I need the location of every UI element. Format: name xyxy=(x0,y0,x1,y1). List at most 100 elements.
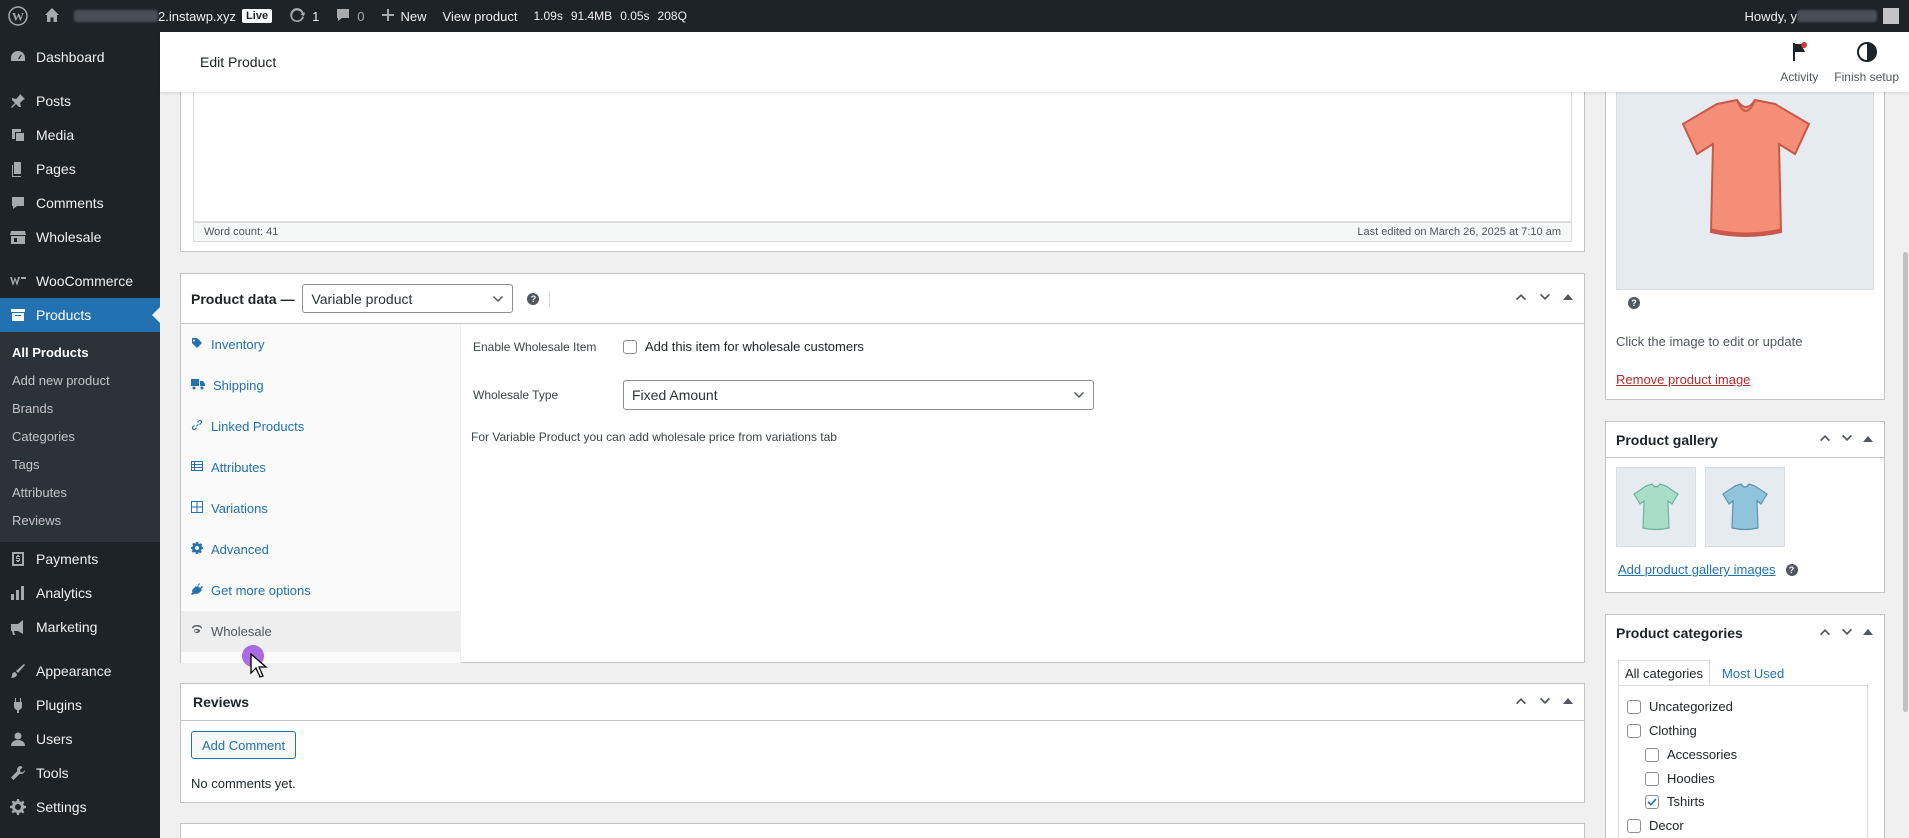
categories-checklist: Uncategorized Clothing Accessories Hoodi… xyxy=(1618,685,1868,838)
my-account[interactable]: Howdy, y xyxy=(1745,8,1909,24)
tab-shipping[interactable]: Shipping xyxy=(181,365,460,406)
menu-label: Posts xyxy=(36,93,72,109)
menu-plugins[interactable]: Plugins xyxy=(0,688,160,722)
gallery-thumbnail[interactable] xyxy=(1616,467,1696,547)
blurred-username xyxy=(1797,10,1877,22)
chevron-down-icon[interactable] xyxy=(1538,290,1552,307)
reviews-header: Reviews xyxy=(181,684,1584,721)
category-checkbox-checked[interactable] xyxy=(1645,794,1659,809)
products-submenu: All Products Add new product Brands Cate… xyxy=(0,332,160,542)
editor-textarea[interactable] xyxy=(193,92,1572,222)
query-monitor-stats[interactable]: 1.09s 91.4MB 0.05s 208Q xyxy=(525,0,694,32)
chevron-up-icon[interactable] xyxy=(1514,290,1528,307)
submenu-brands[interactable]: Brands xyxy=(0,395,160,423)
view-product-link[interactable]: View product xyxy=(435,0,526,32)
category-checkbox[interactable] xyxy=(1645,771,1659,786)
menu-dashboard[interactable]: Dashboard xyxy=(0,40,160,74)
submenu-categories[interactable]: Categories xyxy=(0,423,160,451)
wordpress-logo-icon[interactable]: W xyxy=(0,0,36,32)
menu-posts[interactable]: Posts xyxy=(0,84,160,118)
remove-product-image-link[interactable]: Remove product image xyxy=(1616,372,1750,387)
category-item[interactable]: Clothing xyxy=(1627,723,1697,738)
category-item[interactable]: Uncategorized xyxy=(1627,699,1733,714)
wholesale-type-select[interactable]: Fixed Amount xyxy=(623,380,1094,410)
plug-icon xyxy=(8,695,28,715)
category-item[interactable]: Hoodies xyxy=(1645,771,1715,786)
updates-link[interactable]: 1 xyxy=(280,0,327,32)
toggle-panel-icon[interactable] xyxy=(1562,291,1574,306)
plug-icon xyxy=(191,583,211,598)
tab-attributes[interactable]: Attributes xyxy=(181,447,460,488)
submenu-attributes[interactable]: Attributes xyxy=(0,479,160,507)
tab-variations[interactable]: Variations xyxy=(181,488,460,529)
gallery-title: Product gallery xyxy=(1616,431,1718,448)
category-checkbox[interactable] xyxy=(1627,699,1641,714)
add-comment-button[interactable]: Add Comment xyxy=(191,731,297,759)
category-checkbox[interactable] xyxy=(1645,747,1659,762)
tab-linked-products[interactable]: Linked Products xyxy=(181,406,460,447)
help-icon[interactable]: ? xyxy=(1785,563,1798,576)
product-type-select[interactable]: Variable product xyxy=(302,284,514,313)
site-name-link[interactable]: 2.instawp.xyz Live xyxy=(36,0,280,32)
updates-count: 1 xyxy=(312,8,320,24)
tab-all-categories[interactable]: All categories xyxy=(1618,660,1711,686)
short-description-box xyxy=(180,823,1585,838)
submenu-add-new-product[interactable]: Add new product xyxy=(0,367,160,395)
chevron-down-icon[interactable] xyxy=(1840,625,1854,642)
category-item[interactable]: Decor xyxy=(1627,818,1684,833)
flag-icon xyxy=(1788,41,1810,70)
new-content-link[interactable]: New xyxy=(373,0,435,32)
menu-analytics[interactable]: Analytics xyxy=(0,576,160,610)
category-checkbox[interactable] xyxy=(1627,723,1641,738)
category-checkbox[interactable] xyxy=(1627,818,1641,833)
menu-marketing[interactable]: Marketing xyxy=(0,610,160,644)
toggle-panel-icon[interactable] xyxy=(1562,694,1574,710)
submenu-all-products[interactable]: All Products xyxy=(0,339,160,367)
help-icon[interactable]: ? xyxy=(1628,297,1640,309)
media-icon xyxy=(8,125,28,145)
menu-payments[interactable]: Payments xyxy=(0,542,160,576)
activity-button[interactable]: Activity xyxy=(1772,32,1826,92)
page-scrollbar[interactable] xyxy=(1902,32,1909,838)
enable-wholesale-checkbox[interactable] xyxy=(623,339,637,354)
tab-inventory[interactable]: Inventory xyxy=(181,324,460,365)
submenu-tags[interactable]: Tags xyxy=(0,451,160,479)
chevron-up-icon[interactable] xyxy=(1818,431,1832,448)
bar-chart-icon xyxy=(8,583,28,603)
help-icon[interactable]: ? xyxy=(527,292,540,305)
menu-users[interactable]: Users xyxy=(0,722,160,756)
menu-appearance[interactable]: Appearance xyxy=(0,654,160,688)
menu-pages[interactable]: Pages xyxy=(0,152,160,186)
add-gallery-row: Add product gallery images ? xyxy=(1618,562,1798,577)
no-comments-text: No comments yet. xyxy=(191,776,296,791)
comments-link[interactable]: 0 xyxy=(327,0,372,32)
menu-woocommerce[interactable]: WooCommerce xyxy=(0,264,160,298)
finish-setup-button[interactable]: Finish setup xyxy=(1826,32,1909,92)
product-image[interactable] xyxy=(1616,92,1874,290)
tab-get-more-options[interactable]: Get more options xyxy=(181,570,460,611)
scrollbar-thumb[interactable] xyxy=(1903,252,1908,712)
megaphone-icon xyxy=(8,617,28,637)
chevron-up-icon[interactable] xyxy=(1514,694,1528,711)
category-item[interactable]: Tshirts xyxy=(1645,794,1705,809)
tab-most-used[interactable]: Most Used xyxy=(1716,660,1790,686)
toggle-panel-icon[interactable] xyxy=(1862,625,1874,641)
menu-wholesale[interactable]: Wholesale xyxy=(0,220,160,254)
submenu-reviews[interactable]: Reviews xyxy=(0,507,160,535)
menu-tools[interactable]: Tools xyxy=(0,756,160,790)
chevron-down-icon[interactable] xyxy=(1538,694,1552,711)
menu-media[interactable]: Media xyxy=(0,118,160,152)
menu-label: Media xyxy=(36,127,75,143)
tab-advanced[interactable]: Advanced xyxy=(181,529,460,570)
gallery-thumbnail[interactable] xyxy=(1705,467,1785,547)
chevron-down-icon[interactable] xyxy=(1840,431,1854,448)
chevron-up-icon[interactable] xyxy=(1818,625,1832,642)
menu-products[interactable]: Products xyxy=(0,298,160,332)
menu-comments[interactable]: Comments xyxy=(0,186,160,220)
toggle-panel-icon[interactable] xyxy=(1862,432,1874,448)
category-item[interactable]: Accessories xyxy=(1645,747,1737,762)
tab-wholesale[interactable]: Wholesale xyxy=(181,611,460,652)
image-hint: Click the image to edit or update xyxy=(1616,334,1803,349)
menu-settings[interactable]: Settings xyxy=(0,790,160,824)
add-gallery-images-link[interactable]: Add product gallery images xyxy=(1618,562,1776,577)
